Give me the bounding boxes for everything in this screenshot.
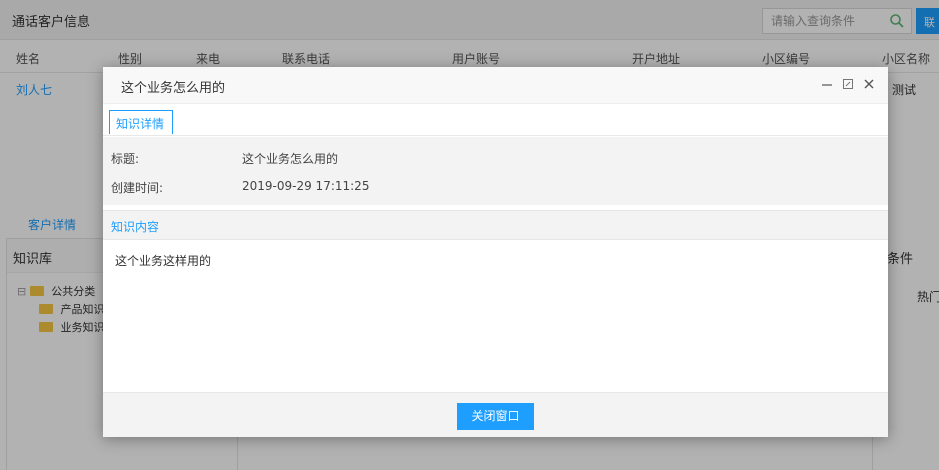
knowledge-dialog: 这个业务怎么用的 知识详情 标题: 这个业务怎么用的 创建时间: 2019-09… — [103, 67, 888, 437]
dialog-tabs: 知识详情 — [103, 104, 888, 136]
title-label: 标题: — [111, 152, 140, 166]
close-window-button[interactable]: 关闭窗口 — [457, 403, 534, 430]
tab-knowledge-detail[interactable]: 知识详情 — [109, 110, 174, 134]
dialog-title-bar: 这个业务怎么用的 — [103, 67, 888, 104]
knowledge-content: 这个业务这样用的 — [115, 254, 212, 268]
dialog-footer: 关闭窗口 — [103, 392, 888, 437]
created-time-label: 创建时间: — [111, 181, 164, 195]
content-header: 知识内容 — [103, 210, 888, 240]
knowledge-info: 标题: 这个业务怎么用的 创建时间: 2019-09-29 17:11:25 — [103, 137, 888, 205]
minimize-icon[interactable] — [820, 77, 834, 91]
title-value: 这个业务怎么用的 — [242, 152, 339, 166]
content-header-label: 知识内容 — [111, 220, 160, 234]
close-icon[interactable] — [862, 77, 876, 91]
dialog-title: 这个业务怎么用的 — [121, 81, 226, 96]
dialog-body: 知识详情 标题: 这个业务怎么用的 创建时间: 2019-09-29 17:11… — [103, 104, 888, 392]
created-time-value: 2019-09-29 17:11:25 — [242, 179, 370, 193]
maximize-icon[interactable] — [841, 77, 855, 91]
